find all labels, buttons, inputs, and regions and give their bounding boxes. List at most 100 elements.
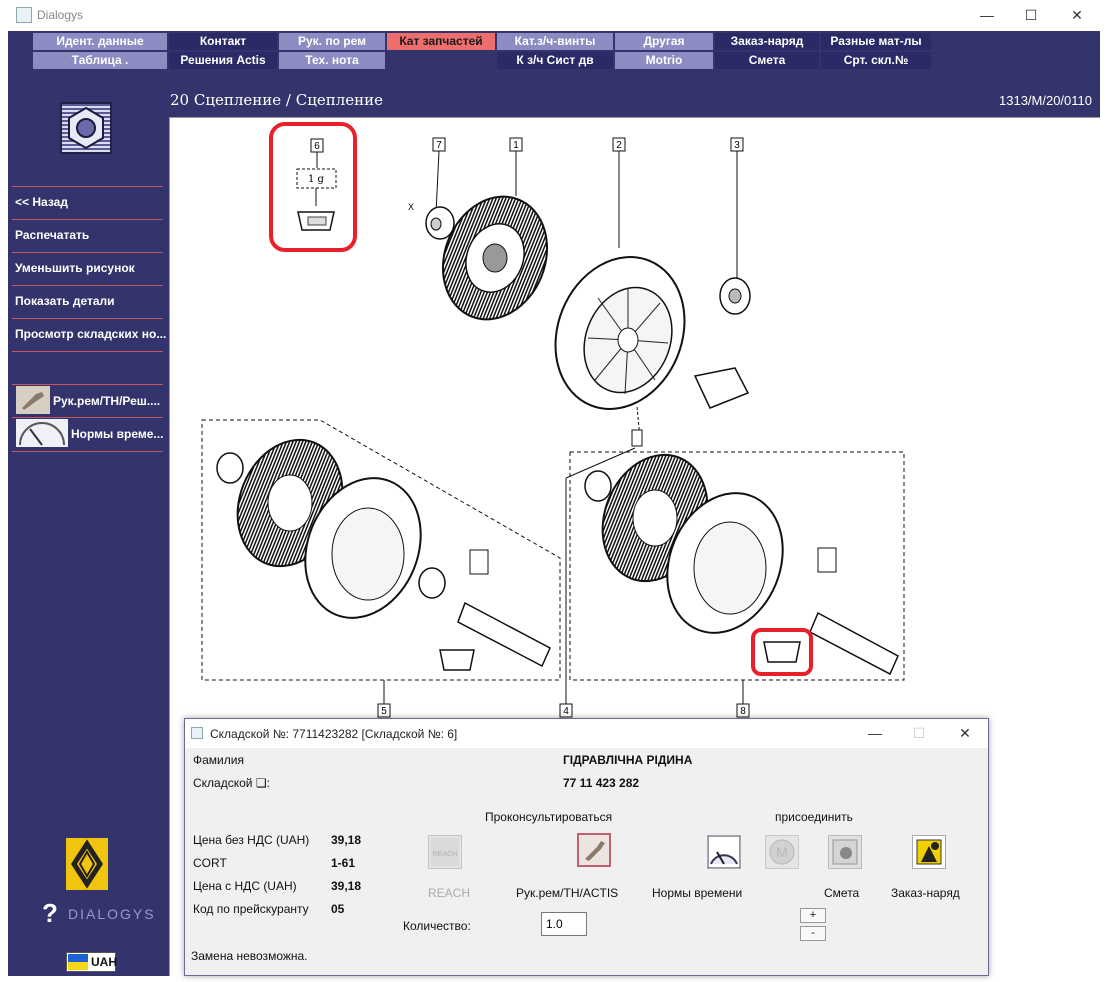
attach-label: присоединить <box>775 810 853 824</box>
tab-repair-manual[interactable]: Рук. по рем <box>279 33 385 50</box>
tab-contact[interactable]: Контакт <box>169 33 277 50</box>
family-label: Фамилия <box>193 753 244 767</box>
nut-logo-icon <box>60 102 112 154</box>
quantity-minus-button[interactable]: - <box>800 926 826 941</box>
work-order-icon <box>916 839 942 865</box>
tab-tech-note[interactable]: Тех. нота <box>279 52 385 69</box>
time-norms-caption: Нормы времени <box>652 886 743 900</box>
cort-value: 1-61 <box>331 856 356 870</box>
maximize-button[interactable]: ☐ <box>1008 0 1054 31</box>
tab-misc-materials[interactable]: Разные мат-лы <box>821 33 931 50</box>
repair-manual-caption: Рук.рем/ТН/ACTIS <box>516 886 619 900</box>
dialog-minimize-button[interactable]: — <box>853 719 897 748</box>
dialog-app-icon <box>191 727 203 739</box>
wrench-manual-icon <box>16 386 50 414</box>
time-norms-button[interactable] <box>707 835 741 869</box>
motrio-icon: M <box>769 839 795 865</box>
tab-table[interactable]: Таблица . <box>33 52 167 69</box>
quantity-plus-button[interactable]: + <box>800 908 826 923</box>
dialogys-brand: ? DIALOGYS <box>42 898 166 930</box>
help-question-icon: ? <box>42 898 58 928</box>
window-title: Dialogys <box>37 8 84 22</box>
currency-label: UAH <box>91 955 117 969</box>
sidebar-tool-manual-label: Рук.рем/ТН/Реш.... <box>53 394 161 408</box>
tab-other[interactable]: Другая <box>615 33 713 50</box>
dialog-close-button[interactable]: ✕ <box>943 719 987 748</box>
reach-icon: REACH <box>431 838 459 866</box>
tab-actis-solutions[interactable]: Решения Actis <box>169 52 277 69</box>
dialog-titlebar: Складской №: 7711423282 [Складской №: 6]… <box>185 719 988 748</box>
sidebar-tool-time-norms-label: Нормы време... <box>71 427 164 441</box>
sidebar-divider <box>12 384 163 385</box>
repair-manual-button[interactable] <box>577 833 611 867</box>
dialog-title: Складской №: 7711423282 [Складской №: 6] <box>210 727 458 741</box>
sidebar: << Назад Распечатать Уменьшить рисунок П… <box>8 86 166 976</box>
slave-cylinder <box>693 367 750 409</box>
svg-text:M: M <box>776 844 788 860</box>
java-app-icon <box>16 7 32 23</box>
sidebar-item-back[interactable]: << Назад <box>15 195 68 209</box>
currency-badge[interactable]: UAH <box>66 952 117 972</box>
tab-parts-catalog[interactable]: Кат запчастей <box>387 33 495 50</box>
motrio-button[interactable]: M <box>765 835 799 869</box>
sidebar-item-show-details[interactable]: Показать детали <box>15 294 115 308</box>
kit-5-grease-tube <box>439 649 475 671</box>
kit-8-shaft <box>809 611 899 676</box>
sidebar-divider <box>12 417 163 418</box>
tab-stock-sort[interactable]: Срт. скл.№ <box>821 52 931 69</box>
callout-2: 2 <box>616 140 622 151</box>
background-window-strip <box>1100 0 1108 976</box>
stock-number-label: Складской ❏: <box>193 776 270 790</box>
page-title: 20 Сцепление / Сцепление <box>170 91 383 109</box>
tab-motrio[interactable]: Motrio <box>615 52 713 69</box>
quantity-label: Количество: <box>403 919 471 933</box>
price-with-vat-label: Цена с НДС (UAH) <box>193 879 297 893</box>
work-order-button[interactable] <box>912 835 946 869</box>
estimate-button[interactable] <box>828 835 862 869</box>
sidebar-tool-time-norms[interactable]: Нормы време... <box>13 419 163 449</box>
sidebar-item-print[interactable]: Распечатать <box>15 228 89 242</box>
tab-work-order[interactable]: Заказ-наряд <box>715 33 819 50</box>
tab-estimate[interactable]: Смета <box>715 52 819 69</box>
sidebar-divider <box>12 318 163 319</box>
tab-ident-data[interactable]: Идент. данные <box>33 33 167 50</box>
replacement-status: Замена невозможна. <box>191 949 308 963</box>
work-order-caption: Заказ-наряд <box>891 886 960 900</box>
cort-label: CORT <box>193 856 227 870</box>
minimize-button[interactable]: — <box>964 0 1010 31</box>
renault-logo-icon <box>66 838 108 890</box>
sidebar-item-zoom-out[interactable]: Уменьшить рисунок <box>15 261 135 275</box>
dialogys-brand-text: DIALOGYS <box>68 906 156 922</box>
sidebar-divider <box>12 451 163 452</box>
close-button[interactable]: ✕ <box>1054 0 1100 31</box>
sidebar-tool-manual[interactable]: Рук.рем/ТН/Реш.... <box>13 386 163 416</box>
dialog-maximize-button[interactable]: ☐ <box>897 719 941 748</box>
gauge-icon <box>16 419 68 447</box>
wrench-manual-icon <box>585 841 605 861</box>
bolt <box>631 429 643 447</box>
reach-button[interactable]: REACH <box>428 835 462 869</box>
stock-number-value: 77 11 423 282 <box>563 776 640 790</box>
reach-caption: REACH <box>428 886 471 900</box>
window-titlebar: Dialogys — ☐ ✕ <box>0 0 1100 31</box>
price-code-value: 05 <box>331 902 345 916</box>
qty-label: 1 g <box>308 174 325 185</box>
sidebar-item-stock-numbers[interactable]: Просмотр складских но... <box>15 327 166 341</box>
callout-7: 7 <box>436 140 442 151</box>
price-code-label: Код по прейскуранту <box>193 902 309 916</box>
tab-engine-system-parts[interactable]: К з/ч Сист дв <box>497 52 613 69</box>
part-details-dialog: Складской №: 7711423282 [Складской №: 6]… <box>184 718 989 976</box>
callout-6: 6 <box>314 141 320 152</box>
svg-text:REACH: REACH <box>433 851 458 858</box>
price-no-vat-label: Цена без НДС (UAH) <box>193 833 310 847</box>
tab-parts-screws[interactable]: Кат.з/ч-винты <box>497 33 613 50</box>
dim-label-x: X <box>408 202 414 212</box>
quantity-input[interactable] <box>541 912 587 936</box>
sidebar-divider <box>12 186 163 187</box>
estimate-caption: Смета <box>824 886 860 900</box>
callout-3: 3 <box>734 140 740 151</box>
family-value: ГІДРАВЛІЧНА РІДИНА <box>563 753 693 767</box>
sidebar-divider <box>12 252 163 253</box>
consult-label: Проконсультироваться <box>485 810 613 824</box>
ukraine-flag-icon <box>68 954 88 970</box>
